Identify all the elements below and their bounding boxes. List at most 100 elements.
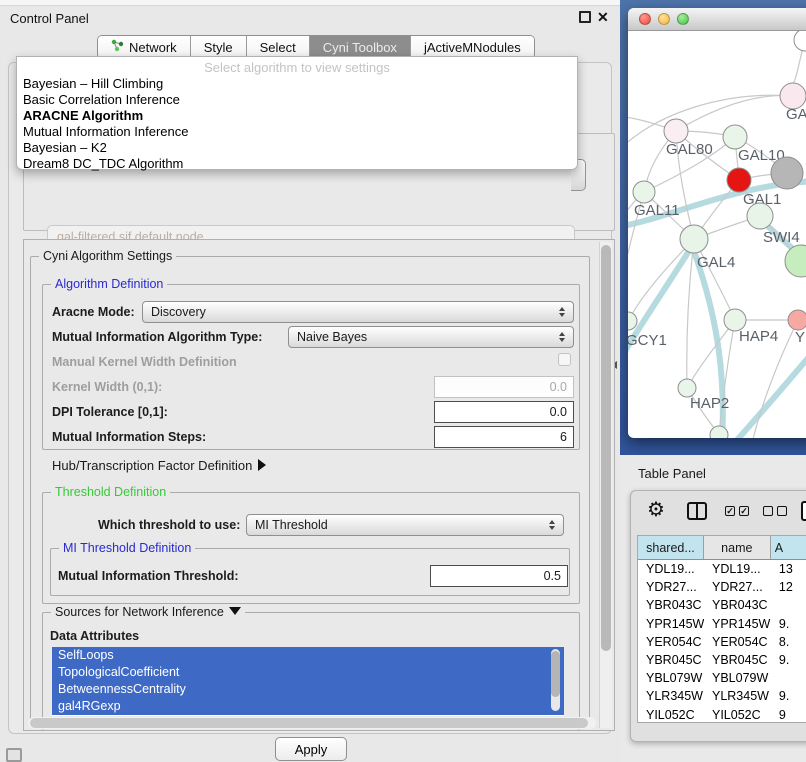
algorithm-option[interactable]: Bayesian – K2 [17,140,577,156]
attribute-item[interactable]: SelfLoops [52,647,564,664]
table-cell: YER054C [704,633,771,651]
table-cell: YBR043C [704,596,771,614]
hide-columns-icon[interactable] [763,506,787,516]
mi-steps-field[interactable]: 6 [434,426,574,448]
tab-jactivemnodules[interactable]: jActiveMNodules [410,36,534,58]
table-cell: YDR27... [704,578,771,596]
kernel-width-field[interactable]: 0.0 [434,376,574,398]
tab-select[interactable]: Select [246,36,309,58]
float-panel-icon[interactable] [579,11,591,23]
algorithm-option[interactable]: Bayesian – Hill Climbing [17,76,577,92]
dock-handle-icon[interactable] [6,748,22,762]
table-row[interactable]: YDL19...YDL19...13 [638,560,806,578]
network-node-gcy1[interactable] [628,312,637,330]
table-cell [771,596,806,614]
algorithm-option[interactable]: ARACNE Algorithm [17,108,577,124]
mi-threshold-field[interactable]: 0.5 [430,565,568,587]
tab-cyni-toolbox[interactable]: Cyni Toolbox [309,36,410,58]
tab-network[interactable]: Network [98,36,190,58]
network-node-swi4[interactable] [747,203,773,229]
control-panel-title: Control Panel [10,11,89,26]
node-table: shared...nameA YDL19...YDL19...13YDR27..… [637,535,806,723]
hub-tf-definition-toggle[interactable]: Hub/Transcription Factor Definition [52,458,266,473]
network-node-gal11[interactable] [633,181,655,203]
table-body: YDL19...YDL19...13YDR27...YDR27...12YBR0… [638,560,806,723]
network-window-titlebar[interactable] [628,8,806,31]
table-window: ⚙ ✓✓ shared...nameA YDL19...YDL19...13YD… [630,490,806,742]
table-cell: YBR045C [638,651,704,669]
apply-button[interactable]: Apply [275,737,347,761]
table-row[interactable]: YLR345WYLR345W9. [638,687,806,705]
node-label: HAP2 [690,395,729,412]
table-row[interactable]: YBL079WYBL079W [638,669,806,687]
gear-icon[interactable]: ⚙ [647,499,665,521]
table-row[interactable]: YPR145WYPR145W9. [638,615,806,633]
algorithm-dropdown-popup: Select algorithm to view settings Bayesi… [16,56,578,170]
settings-horizontal-scrollbar[interactable] [28,717,596,729]
table-cell: 9. [771,687,806,705]
attributes-scrollbar[interactable] [551,649,560,711]
attributes-scrollbar-thumb[interactable] [551,651,560,697]
show-columns-icon[interactable]: ✓✓ [725,506,749,516]
algorithm-definition-title: Algorithm Definition [51,277,167,291]
attribute-item[interactable]: BetweennessCentrality [52,681,564,698]
settings-hscroll-thumb[interactable] [30,718,588,728]
aracne-mode-combo[interactable]: Discovery [142,301,574,323]
table-row[interactable]: YER054CYER054C8. [638,633,806,651]
network-node-y[interactable] [788,310,806,330]
network-edge-thick[interactable] [776,433,806,438]
function-builder-icon[interactable] [801,501,806,521]
network-desktop: GALGAL80GAL10GAL1GAL11SWI4GAL4GCY1HAP4YH… [620,0,806,455]
network-edge[interactable] [628,239,694,321]
table-cell: YBL079W [704,669,771,687]
node-label: GCY1 [628,332,667,349]
column-header[interactable]: name [704,536,771,559]
attribute-item[interactable]: gal4RGexp [52,698,564,715]
algorithm-option[interactable]: Basic Correlation Inference [17,92,577,108]
network-edge[interactable] [687,320,735,388]
network-edge[interactable] [687,239,694,388]
which-threshold-combo[interactable]: MI Threshold [246,514,564,536]
network-canvas[interactable]: GALGAL80GAL10GAL1GAL11SWI4GAL4GCY1HAP4YH… [628,31,806,437]
column-header[interactable]: shared... [638,536,704,559]
tab-style[interactable]: Style [190,36,246,58]
manual-kernel-width-checkbox[interactable] [558,353,571,366]
dpi-tolerance-field[interactable]: 0.0 [434,401,574,423]
attribute-item[interactable]: TopologicalCoefficient [52,664,564,681]
column-header[interactable]: A [771,536,806,559]
close-panel-icon[interactable]: ✕ [597,11,610,24]
minimize-traffic-light[interactable] [658,13,670,25]
network-edge-thick[interactable] [716,329,806,438]
network-node-gal80[interactable] [664,119,688,143]
network-node[interactable] [794,31,806,51]
network-node-gal4[interactable] [680,225,708,253]
network-node[interactable] [771,157,803,189]
settings-vertical-scrollbar[interactable] [599,242,612,728]
table-cell: YPR145W [704,615,771,633]
dpi-tolerance-label: DPI Tolerance [0,1]: [52,405,168,419]
table-row[interactable]: YBR043CYBR043C [638,596,806,614]
panel-top-strip [0,0,620,6]
network-node-gal10[interactable] [723,125,747,149]
table-row[interactable]: YDR27...YDR27...12 [638,578,806,596]
table-row[interactable]: YBR045CYBR045C9. [638,651,806,669]
settings-vscroll-thumb[interactable] [601,245,611,651]
node-label: SWI4 [763,229,800,246]
network-node[interactable] [785,245,806,277]
close-traffic-light[interactable] [639,13,651,25]
tab-label: Cyni Toolbox [323,40,397,55]
algorithm-option[interactable]: Mutual Information Inference [17,124,577,140]
collapsed-arrow-icon [258,459,266,471]
column-layout-icon[interactable] [687,502,707,520]
table-row[interactable]: YIL052CYIL052C9 [638,706,806,724]
table-cell: YBL079W [638,669,704,687]
network-node-gal1[interactable] [727,168,751,192]
node-label: Y [795,329,805,346]
table-cell: 8. [771,633,806,651]
algorithm-option[interactable]: Dream8 DC_TDC Algorithm [17,156,577,172]
table-cell: YIL052C [638,706,704,724]
network-window[interactable]: GALGAL80GAL10GAL1GAL11SWI4GAL4GCY1HAP4YH… [628,8,806,438]
data-attributes-list[interactable]: SelfLoopsTopologicalCoefficientBetweenne… [52,647,564,716]
mi-algorithm-type-combo[interactable]: Naive Bayes [288,326,574,348]
zoom-traffic-light[interactable] [677,13,689,25]
